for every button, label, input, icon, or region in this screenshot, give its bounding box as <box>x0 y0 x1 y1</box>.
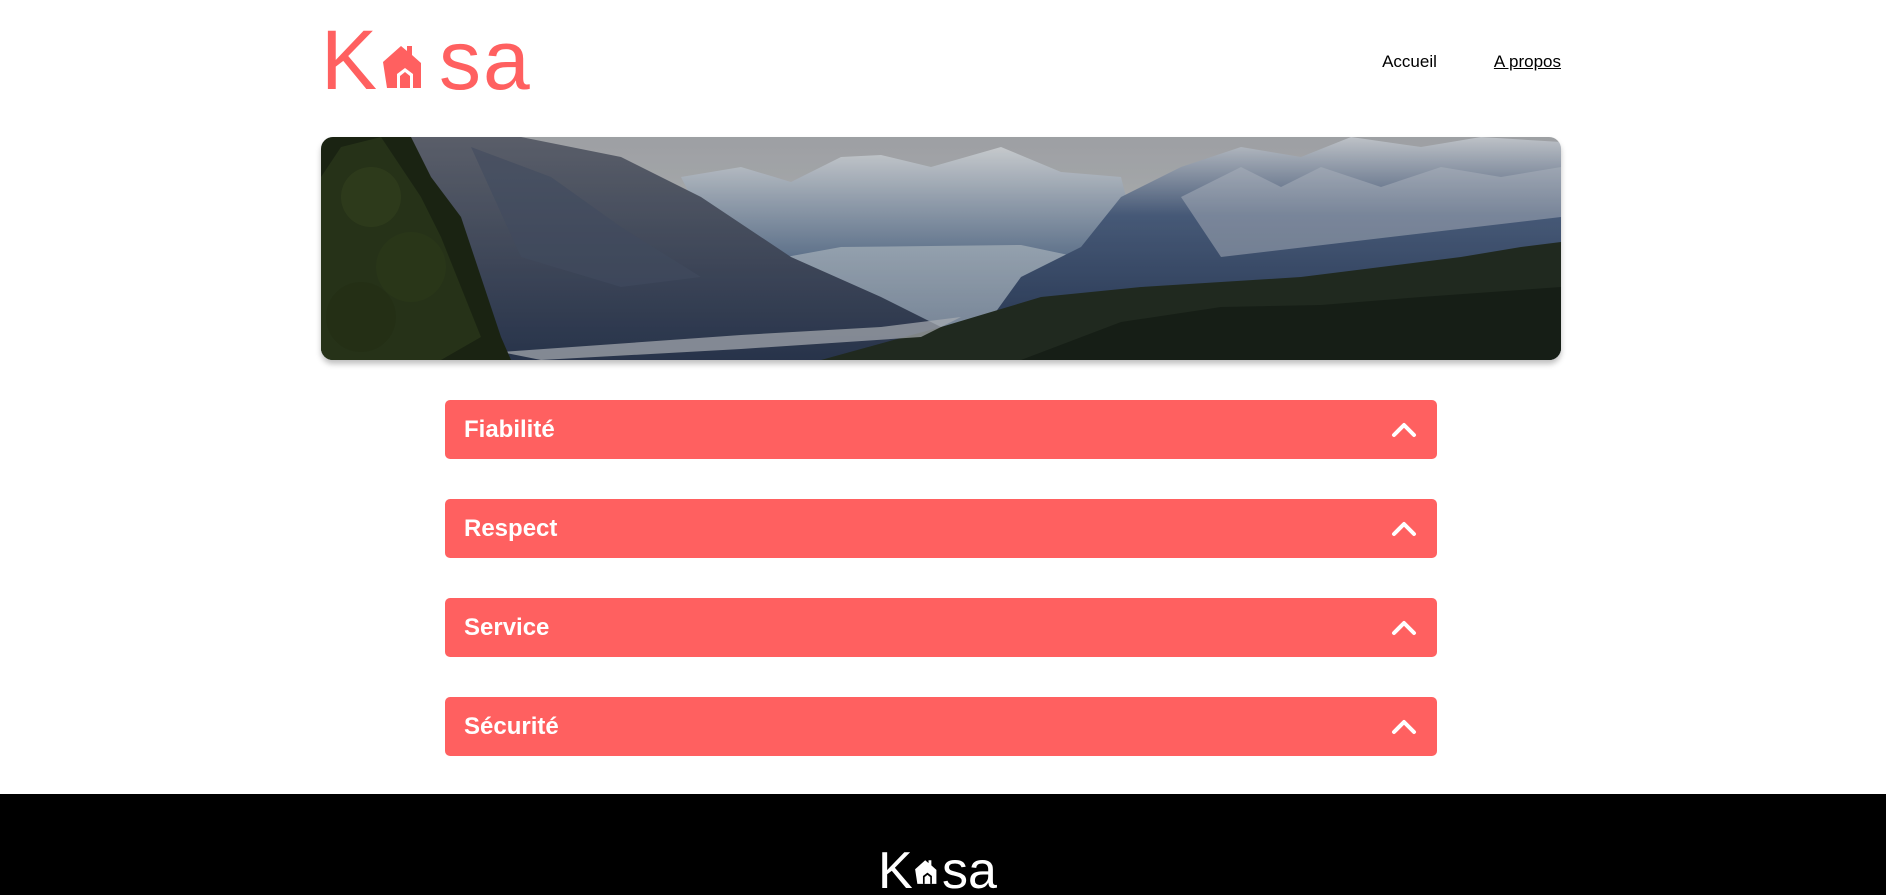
banner-image <box>321 137 1561 360</box>
chevron-up-icon[interactable] <box>1391 617 1417 637</box>
footer-logo-letters-sa: sa <box>942 848 997 895</box>
house-icon <box>383 46 421 88</box>
main-nav: Accueil A propos <box>1382 52 1561 72</box>
house-icon <box>915 860 937 884</box>
accordion-item-fiabilite[interactable]: Fiabilité <box>445 400 1437 459</box>
nav-link-accueil[interactable]: Accueil <box>1382 52 1437 72</box>
site-header: K sa Accueil A propos <box>321 18 1561 102</box>
chevron-up-icon[interactable] <box>1391 518 1417 538</box>
mountain-landscape-image <box>321 137 1561 360</box>
nav-link-a-propos[interactable]: A propos <box>1494 52 1561 72</box>
accordion-title: Service <box>464 614 550 641</box>
site-footer: K sa <box>0 794 1886 895</box>
accordion-item-service[interactable]: Service <box>445 598 1437 657</box>
chevron-up-icon[interactable] <box>1391 419 1417 439</box>
chevron-up-icon[interactable] <box>1391 716 1417 736</box>
logo-letter-k: K <box>321 13 380 107</box>
accordion-title: Respect <box>464 515 558 542</box>
kasa-logo[interactable]: K sa <box>321 18 535 102</box>
accordion-title: Fiabilité <box>464 416 555 443</box>
logo-letters-sa: sa <box>439 13 532 107</box>
values-accordion: Fiabilité Respect Service Sécurité <box>445 400 1437 796</box>
accordion-item-securite[interactable]: Sécurité <box>445 697 1437 756</box>
accordion-item-respect[interactable]: Respect <box>445 499 1437 558</box>
footer-logo-letter-k: K <box>878 848 913 895</box>
footer-logo: K sa <box>878 848 1004 895</box>
accordion-title: Sécurité <box>464 713 559 740</box>
